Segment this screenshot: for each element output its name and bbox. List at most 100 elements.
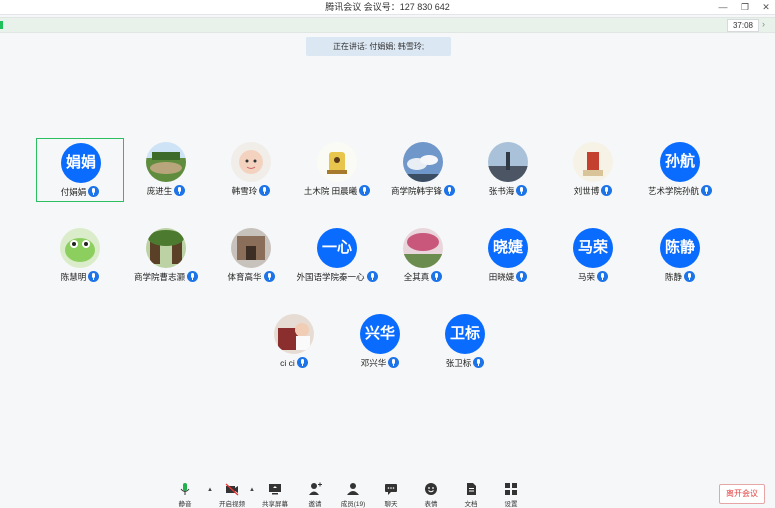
avatar: 兴华 — [360, 314, 400, 354]
participant-name: 外国语学院秦一心 — [296, 272, 365, 282]
participant-tile[interactable]: 孙航 艺术学院孙航 — [636, 138, 724, 202]
participant-tile[interactable]: 娟娟 付娟娟 — [36, 138, 124, 202]
participant-name: 体育高华 — [227, 272, 262, 282]
meeting-status-strip — [0, 17, 775, 33]
avatar — [403, 228, 443, 268]
avatar — [403, 142, 443, 182]
restore-button[interactable]: ❐ — [736, 0, 754, 14]
smiley-icon — [424, 482, 438, 496]
avatar: 孙航 — [660, 142, 700, 182]
participant-tile[interactable]: 刘世博 — [549, 138, 637, 202]
chat-icon — [384, 482, 398, 496]
participant-name: 韩雪玲 — [231, 186, 258, 196]
participant-tile[interactable]: 陈静 陈静 — [636, 224, 724, 288]
participant-name: 付娟娟 — [60, 187, 87, 197]
mic-icon — [366, 271, 378, 282]
close-button[interactable]: ✕ — [757, 0, 775, 14]
emoji-button[interactable]: 表情 — [414, 482, 448, 508]
mic-icon — [516, 185, 528, 196]
avatar — [573, 142, 613, 182]
mic-icon — [597, 271, 608, 282]
participant-name: 庞进生 — [146, 186, 173, 196]
participant-tile[interactable]: 晓婕 田晓婕 — [464, 224, 552, 288]
participant-name: 马荣 — [577, 272, 595, 282]
participant-name: 邓兴华 — [360, 358, 387, 368]
members-button[interactable]: 成员(19) — [336, 482, 370, 508]
avatar — [60, 228, 100, 268]
mic-icon — [684, 271, 695, 282]
mic-icon — [259, 185, 271, 196]
avatar — [231, 228, 271, 268]
mic-icon — [359, 185, 371, 196]
participant-tile[interactable]: 韩雪玲 — [207, 138, 295, 202]
camera-off-icon — [225, 482, 239, 496]
mic-icon — [701, 185, 712, 196]
microphone-icon — [178, 482, 192, 496]
participant-tile[interactable]: 卫标 张卫标 — [421, 310, 509, 374]
mic-icon — [473, 357, 485, 368]
participant-tile[interactable]: 商学院曹志灏 — [122, 224, 210, 288]
chat-button[interactable]: 聊天 — [374, 482, 408, 508]
avatar — [146, 142, 186, 182]
participant-name: 刘世博 — [573, 186, 600, 196]
window-title: 腾讯会议 会议号：127 830 642 — [325, 2, 450, 12]
video-options-caret-icon[interactable]: ▲ — [249, 487, 255, 493]
participant-name: 艺术学院孙航 — [647, 186, 699, 196]
participant-name: 张卫标 — [445, 358, 472, 368]
share-screen-button[interactable]: 共享屏幕 — [258, 482, 292, 508]
start-video-button[interactable]: 开启视频 — [215, 482, 249, 508]
participant-tile[interactable]: 兴华 邓兴华 — [336, 310, 424, 374]
participant-tile[interactable]: 一心 外国语学院秦一心 — [293, 224, 381, 288]
minimize-button[interactable]: — — [714, 0, 732, 14]
audio-options-caret-icon[interactable]: ▲ — [207, 487, 213, 493]
participant-tile[interactable]: 陈慧明 — [36, 224, 124, 288]
add-user-icon — [308, 482, 322, 496]
speaking-banner: 正在讲话: 付娟娟; 韩雪玲; — [306, 37, 451, 56]
title-bar: 腾讯会议 会议号：127 830 642 — ❐ ✕ — [0, 0, 775, 15]
participant-name: 田晓婕 — [488, 272, 515, 282]
avatar — [146, 228, 186, 268]
avatar: 陈静 — [660, 228, 700, 268]
participant-name: 商学院曹志灏 — [133, 272, 185, 282]
participant-name: 商学院韩宇锋 — [390, 186, 442, 196]
mic-icon — [88, 271, 100, 282]
participant-tile[interactable]: 庞进生 — [122, 138, 210, 202]
invite-button[interactable]: 邀请 — [298, 482, 332, 508]
signal-indicator — [0, 21, 3, 29]
avatar — [317, 142, 357, 182]
participant-tile[interactable]: 商学院韩宇锋 — [379, 138, 467, 202]
settings-button[interactable]: 设置 — [494, 482, 528, 508]
participant-name: 陈静 — [664, 272, 682, 282]
mute-button[interactable]: 静音 — [168, 482, 202, 508]
mic-icon — [296, 357, 308, 368]
avatar: 一心 — [317, 228, 357, 268]
participant-tile[interactable]: 土木院 田晨曦 — [293, 138, 381, 202]
participant-tile[interactable]: 张书海 — [464, 138, 552, 202]
apps-grid-icon — [504, 482, 518, 496]
meeting-timer: 37:08 — [727, 19, 759, 32]
avatar: 马荣 — [573, 228, 613, 268]
mic-icon — [388, 357, 400, 368]
participant-name: 土木院 田晨曦 — [303, 186, 358, 196]
participant-tile[interactable]: 体育高华 — [207, 224, 295, 288]
participant-name: 陈慧明 — [60, 272, 87, 282]
expand-chevron-icon[interactable]: › — [762, 19, 765, 29]
participant-tile[interactable]: 全其真 — [379, 224, 467, 288]
avatar — [488, 142, 528, 182]
leave-meeting-button[interactable]: 离开会议 — [719, 484, 765, 504]
documents-button[interactable]: 文档 — [454, 482, 488, 508]
participant-tile[interactable]: ci ci — [250, 310, 338, 374]
avatar — [231, 142, 271, 182]
document-icon — [464, 482, 478, 496]
meeting-toolbar: 静音 ▲ 开启视频 ▲ 共享屏幕 邀请 成员(19) 聊天 表情 文档 设置 — [0, 478, 775, 508]
participant-name: 张书海 — [488, 186, 515, 196]
participant-tile[interactable]: 马荣 马荣 — [549, 224, 637, 288]
avatar: 晓婕 — [488, 228, 528, 268]
mic-icon — [88, 186, 100, 197]
mic-icon — [174, 185, 186, 196]
mic-icon — [431, 271, 443, 282]
avatar: 卫标 — [445, 314, 485, 354]
mic-icon — [516, 271, 528, 282]
share-screen-icon — [268, 482, 282, 496]
participant-name: ci ci — [280, 358, 295, 368]
